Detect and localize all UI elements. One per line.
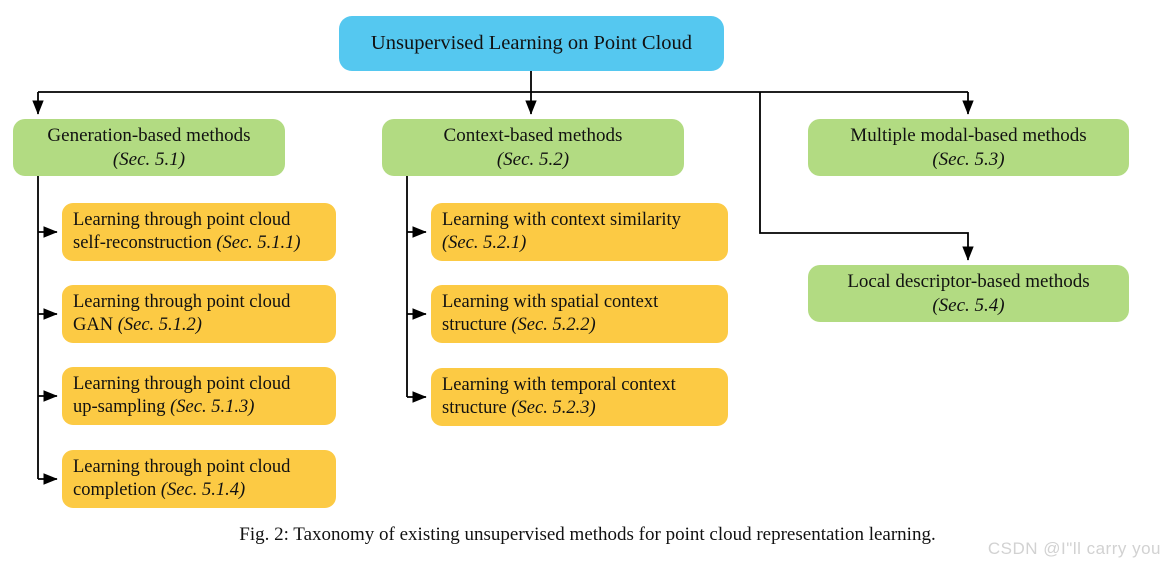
- node-temporal-context-structure-section: (Sec. 5.2.3): [511, 398, 596, 418]
- node-root[interactable]: Unsupervised Learning on Point Cloud: [339, 16, 724, 71]
- node-generation-based-section: (Sec. 5.1): [112, 148, 186, 170]
- node-spatial-context-structure-line1: Learning with spatial context: [442, 292, 659, 313]
- node-up-sampling-line2: up-sampling (Sec. 5.1.3): [73, 396, 254, 419]
- node-gan-line2-text: GAN: [73, 315, 118, 335]
- node-up-sampling-line1: Learning through point cloud: [73, 374, 291, 395]
- node-gan-section: (Sec. 5.1.2): [117, 315, 202, 335]
- node-up-sampling[interactable]: Learning through point cloud up-sampling…: [62, 367, 336, 425]
- node-completion-line1: Learning through point cloud: [73, 457, 291, 478]
- node-completion-line2-text: completion: [73, 480, 161, 500]
- node-gan[interactable]: Learning through point cloud GAN (Sec. 5…: [62, 285, 336, 343]
- node-context-similarity-line1: Learning with context similarity: [442, 210, 681, 231]
- node-spatial-context-structure-line2: structure (Sec. 5.2.2): [442, 314, 596, 337]
- node-generation-based[interactable]: Generation-based methods (Sec. 5.1): [13, 119, 285, 176]
- node-context-based-section: (Sec. 5.2): [496, 148, 570, 170]
- node-temporal-context-structure-line1: Learning with temporal context: [442, 375, 676, 396]
- node-gan-line1: Learning through point cloud: [73, 292, 291, 313]
- node-completion-line2: completion (Sec. 5.1.4): [73, 479, 245, 502]
- node-self-reconstruction-line2: self-reconstruction (Sec. 5.1.1): [73, 232, 301, 255]
- node-self-reconstruction-line2-text: self-reconstruction: [73, 233, 217, 253]
- node-context-similarity[interactable]: Learning with context similarity (Sec. 5…: [431, 203, 728, 261]
- node-temporal-context-structure-line2: structure (Sec. 5.2.3): [442, 397, 596, 420]
- node-multiple-modal-based-title: Multiple modal-based methods: [850, 125, 1087, 147]
- node-self-reconstruction-line1: Learning through point cloud: [73, 210, 291, 231]
- node-local-descriptor-based-title: Local descriptor-based methods: [847, 271, 1090, 293]
- node-temporal-context-structure[interactable]: Learning with temporal context structure…: [431, 368, 728, 426]
- node-completion[interactable]: Learning through point cloud completion …: [62, 450, 336, 508]
- node-spatial-context-structure-section: (Sec. 5.2.2): [511, 315, 596, 335]
- node-up-sampling-section: (Sec. 5.1.3): [170, 397, 255, 417]
- node-generation-based-title: Generation-based methods: [47, 125, 251, 147]
- node-local-descriptor-based-section: (Sec. 5.4): [932, 294, 1005, 316]
- node-context-similarity-line2: (Sec. 5.2.1): [442, 232, 526, 255]
- node-context-based-title: Context-based methods: [443, 125, 623, 147]
- csdn-watermark: CSDN @I"ll carry you: [987, 539, 1161, 558]
- node-multiple-modal-based[interactable]: Multiple modal-based methods (Sec. 5.3): [808, 119, 1129, 176]
- node-context-based[interactable]: Context-based methods (Sec. 5.2): [382, 119, 684, 176]
- node-temporal-context-structure-line2-text: structure: [442, 398, 512, 418]
- node-local-descriptor-based[interactable]: Local descriptor-based methods (Sec. 5.4…: [808, 265, 1129, 322]
- node-self-reconstruction[interactable]: Learning through point cloud self-recons…: [62, 203, 336, 261]
- node-self-reconstruction-section: (Sec. 5.1.1): [216, 233, 301, 253]
- node-gan-line2: GAN (Sec. 5.1.2): [73, 314, 202, 337]
- node-context-similarity-section: (Sec. 5.2.1): [442, 233, 527, 253]
- node-up-sampling-line2-text: up-sampling: [73, 397, 171, 417]
- node-multiple-modal-based-section: (Sec. 5.3): [932, 148, 1005, 170]
- node-completion-section: (Sec. 5.1.4): [160, 480, 246, 500]
- node-root-label: Unsupervised Learning on Point Cloud: [370, 32, 693, 54]
- taxonomy-diagram: Unsupervised Learning on Point Cloud Gen…: [0, 0, 1175, 567]
- node-spatial-context-structure-line2-text: structure: [442, 315, 512, 335]
- node-spatial-context-structure[interactable]: Learning with spatial context structure …: [431, 285, 728, 343]
